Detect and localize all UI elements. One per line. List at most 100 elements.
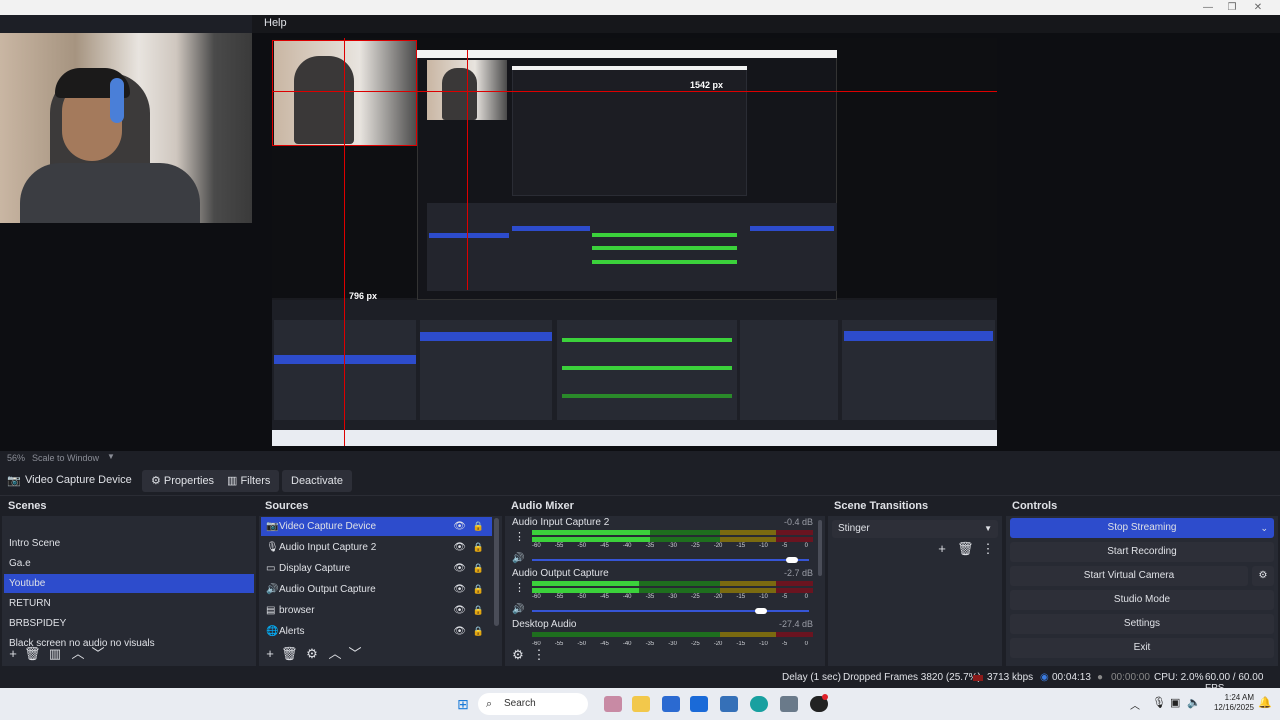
lock-icon[interactable]: 🔒 xyxy=(473,622,484,641)
lock-icon[interactable]: 🔒 xyxy=(473,538,484,557)
scrollbar[interactable] xyxy=(818,520,822,576)
source-item-selected[interactable]: 📷 Video Capture Device 👁 🔒 xyxy=(261,517,492,536)
meter-tick-label: -35 xyxy=(645,543,655,549)
taskbar-search[interactable]: ⌕ Search xyxy=(478,693,588,715)
windows-start-icon[interactable]: ⊞ xyxy=(454,696,472,712)
eye-icon[interactable]: 👁 xyxy=(453,580,466,599)
meter-tick-label: -35 xyxy=(645,641,655,645)
eye-icon[interactable]: 👁 xyxy=(453,538,466,557)
lock-icon[interactable]: 🔒 xyxy=(473,559,484,578)
program-canvas[interactable]: 1542 px 796 px xyxy=(272,38,997,446)
trash-icon[interactable]: 🗑 xyxy=(24,646,41,662)
chevron-down-icon[interactable]: ▼ xyxy=(107,452,115,461)
notifications-icon[interactable]: 🔔 xyxy=(1258,696,1272,709)
eye-icon[interactable]: 👁 xyxy=(453,559,466,578)
source-item[interactable]: ▭ Display Capture 👁 🔒 xyxy=(261,559,492,578)
gear-icon: ⚙ xyxy=(1258,570,1268,581)
volume-icon[interactable]: 🔈 xyxy=(1187,696,1201,709)
taskbar-clock[interactable]: 1:24 AM 12/16/2025 xyxy=(1214,693,1254,713)
outlook-icon[interactable] xyxy=(690,696,708,712)
virtual-camera-settings-button[interactable]: ⚙ xyxy=(1252,566,1274,586)
add-icon[interactable]: + xyxy=(262,646,278,662)
bitrate-status: 3713 kbps xyxy=(987,672,1034,683)
chevron-up-icon[interactable]: ︿ xyxy=(70,646,86,662)
scene-item[interactable]: RETURN xyxy=(4,594,254,613)
eye-icon[interactable]: 👁 xyxy=(453,622,466,641)
filters-button[interactable]: ▥ Filters xyxy=(218,470,280,492)
gear-icon[interactable]: ⚙ xyxy=(304,646,320,662)
menu-help[interactable]: Help xyxy=(264,17,287,29)
transitions-title: Scene Transitions xyxy=(828,498,1002,516)
transition-select[interactable]: Stinger ▼ xyxy=(832,520,998,538)
trash-icon[interactable]: 🗑 xyxy=(957,541,974,557)
kebab-menu-icon[interactable]: ⋮ xyxy=(514,530,525,543)
chevron-up-icon[interactable]: ︿ xyxy=(1130,697,1140,712)
eye-icon[interactable]: 👁 xyxy=(453,601,466,620)
scene-item[interactable]: Intro Scene xyxy=(4,534,254,553)
source-item[interactable]: ▤ browser 👁 🔒 xyxy=(261,601,492,620)
scrollbar[interactable] xyxy=(494,518,499,626)
clock-time: 1:24 AM xyxy=(1224,693,1254,702)
volume-slider[interactable] xyxy=(532,557,809,563)
lock-icon[interactable]: 🔒 xyxy=(473,517,484,536)
chevron-down-icon[interactable]: ⌄ xyxy=(1260,518,1268,538)
volume-slider[interactable] xyxy=(532,608,809,614)
speaker-icon[interactable]: 🔊 xyxy=(512,604,524,615)
meter-tick-label: -50 xyxy=(577,594,587,600)
microphone-icon[interactable]: 🎙 xyxy=(1152,696,1166,709)
meter-tick-label: -35 xyxy=(645,594,655,600)
start-virtual-camera-button[interactable]: Start Virtual Camera xyxy=(1010,566,1248,586)
deactivate-button[interactable]: Deactivate xyxy=(282,470,352,492)
edge-icon[interactable] xyxy=(750,696,768,712)
gear-icon[interactable] xyxy=(780,696,798,712)
add-icon[interactable]: + xyxy=(934,541,950,557)
lock-icon[interactable]: 🔒 xyxy=(473,580,484,599)
meter-tick-label: -60 xyxy=(532,543,541,549)
meter-tick-label: -55 xyxy=(554,543,564,549)
network-icon[interactable]: ▣ xyxy=(1170,696,1180,709)
scale-mode-select[interactable]: Scale to Window xyxy=(32,453,99,463)
meter-tick-label: -15 xyxy=(736,543,746,549)
chevron-down-icon[interactable]: ﹀ xyxy=(90,646,106,662)
source-toolbar: 📷 Video Capture Device ⚙ Properties ▥ Fi… xyxy=(0,466,1280,496)
file-explorer-icon[interactable] xyxy=(632,696,650,712)
lock-icon[interactable]: 🔒 xyxy=(473,601,484,620)
source-item[interactable]: 🔊 Audio Output Capture 👁 🔒 xyxy=(261,580,492,599)
filter-icon[interactable]: ▥ xyxy=(47,646,63,662)
chevron-up-icon[interactable]: ︿ xyxy=(327,646,343,662)
restore-icon[interactable]: ❐ xyxy=(1220,0,1244,15)
gear-icon[interactable]: ⚙ xyxy=(510,647,526,663)
studio-mode-button[interactable]: Studio Mode xyxy=(1010,590,1274,610)
widgets-icon[interactable] xyxy=(604,696,622,712)
scene-item-selected[interactable]: Youtube xyxy=(4,574,254,593)
source-item[interactable]: 🎙 Audio Input Capture 2 👁 🔒 xyxy=(261,538,492,557)
trash-icon[interactable]: 🗑 xyxy=(281,646,298,662)
kebab-menu-icon[interactable]: ⋮ xyxy=(514,581,525,594)
close-icon[interactable]: ✕ xyxy=(1246,0,1270,15)
meter-tick-label: -40 xyxy=(622,594,632,600)
scene-item[interactable]: Ga.e xyxy=(4,554,254,573)
minimize-icon[interactable]: — xyxy=(1196,0,1220,15)
preview-area[interactable]: Help 1542 px 796 px xyxy=(0,15,1280,451)
speaker-icon[interactable]: 🔊 xyxy=(512,553,524,564)
start-recording-button[interactable]: Start Recording xyxy=(1010,542,1274,562)
meter-tick-label: -60 xyxy=(532,641,541,645)
properties-button[interactable]: ⚙ Properties xyxy=(142,470,224,492)
eye-icon[interactable]: 👁 xyxy=(453,517,466,536)
source-label: browser xyxy=(279,605,315,616)
store-icon[interactable] xyxy=(662,696,680,712)
kebab-menu-icon[interactable]: ⋮ xyxy=(980,541,996,557)
exit-button[interactable]: Exit xyxy=(1010,638,1274,658)
app-icon[interactable] xyxy=(720,696,738,712)
add-icon[interactable]: + xyxy=(5,646,21,662)
settings-button[interactable]: Settings xyxy=(1010,614,1274,634)
meter-ticks: -60 -55 -50 -45 -40 -35 -30 -25 -20 -15 -10 -5 0 xyxy=(532,594,813,602)
chevron-down-icon[interactable]: ﹀ xyxy=(347,646,363,662)
transition-value: Stinger xyxy=(838,523,870,534)
scene-item[interactable]: BRBSPIDEY xyxy=(4,614,254,633)
kebab-menu-icon[interactable]: ⋮ xyxy=(531,647,547,663)
camera-icon: 📷 xyxy=(7,475,21,487)
scene-item[interactable]: Black screen no audio no visuals xyxy=(4,634,254,653)
source-item[interactable]: 🌐 Alerts 👁 🔒 xyxy=(261,622,492,641)
stop-streaming-button[interactable]: Stop Streaming ⌄ xyxy=(1010,518,1274,538)
